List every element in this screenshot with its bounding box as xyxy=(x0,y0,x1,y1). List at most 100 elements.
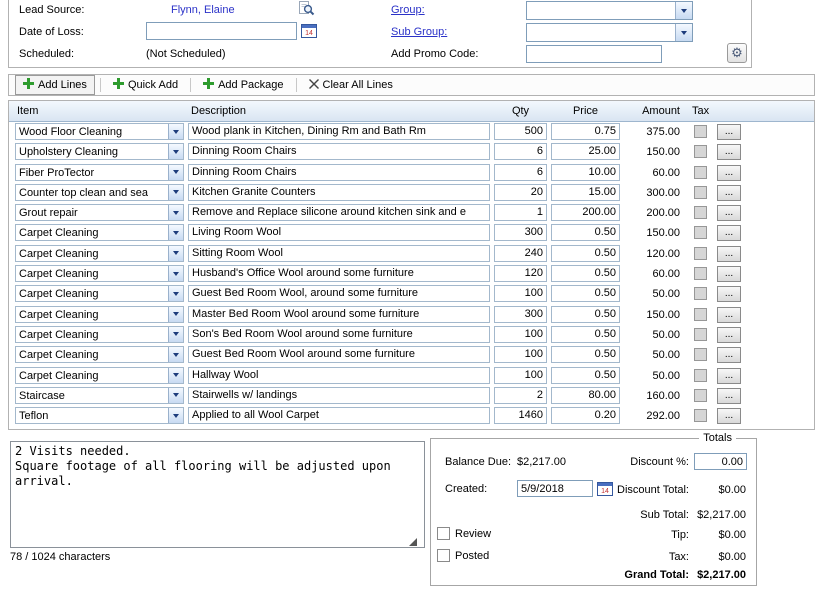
row-options-button[interactable]: ... xyxy=(717,185,741,201)
row-options-button[interactable]: ... xyxy=(717,246,741,262)
chevron-down-icon[interactable] xyxy=(168,307,183,322)
price-field[interactable]: 0.50 xyxy=(551,285,620,302)
calendar-icon[interactable]: 14 xyxy=(597,481,613,499)
search-icon[interactable] xyxy=(298,0,315,20)
qty-field[interactable]: 120 xyxy=(494,265,547,282)
qty-field[interactable]: 100 xyxy=(494,285,547,302)
tax-checkbox[interactable] xyxy=(694,226,707,239)
chevron-down-icon[interactable] xyxy=(168,144,183,159)
date-of-loss-input[interactable] xyxy=(146,22,297,40)
review-checkbox[interactable] xyxy=(437,527,450,540)
posted-checkbox[interactable] xyxy=(437,549,450,562)
row-options-button[interactable]: ... xyxy=(717,205,741,221)
price-field[interactable]: 0.50 xyxy=(551,224,620,241)
chevron-down-icon[interactable] xyxy=(168,347,183,362)
created-date-input[interactable] xyxy=(517,480,593,497)
row-options-button[interactable]: ... xyxy=(717,347,741,363)
chevron-down-icon[interactable] xyxy=(168,368,183,383)
qty-field[interactable]: 100 xyxy=(494,326,547,343)
chevron-down-icon[interactable] xyxy=(168,165,183,180)
description-field[interactable]: Remove and Replace silicone around kitch… xyxy=(188,204,490,221)
item-select[interactable]: Counter top clean and sea xyxy=(15,184,184,201)
group-select[interactable] xyxy=(526,1,693,20)
chevron-down-icon[interactable] xyxy=(168,185,183,200)
item-select[interactable]: Carpet Cleaning xyxy=(15,285,184,302)
description-field[interactable]: Dinning Room Chairs xyxy=(188,164,490,181)
sub-group-link[interactable]: Sub Group: xyxy=(391,26,447,38)
tax-checkbox[interactable] xyxy=(694,389,707,402)
description-field[interactable]: Master Bed Room Wool around some furnitu… xyxy=(188,306,490,323)
item-select[interactable]: Carpet Cleaning xyxy=(15,346,184,363)
price-field[interactable]: 80.00 xyxy=(551,387,620,404)
notes-input[interactable]: 2 Visits needed. Square footage of all f… xyxy=(10,441,425,548)
notes-resize-grip[interactable] xyxy=(409,538,417,546)
price-field[interactable]: 0.50 xyxy=(551,265,620,282)
item-select[interactable]: Wood Floor Cleaning xyxy=(15,123,184,140)
tax-checkbox[interactable] xyxy=(694,125,707,138)
discount-pct-input[interactable] xyxy=(694,453,747,470)
qty-field[interactable]: 100 xyxy=(494,367,547,384)
chevron-down-icon[interactable] xyxy=(168,246,183,261)
tax-checkbox[interactable] xyxy=(694,348,707,361)
tax-checkbox[interactable] xyxy=(694,206,707,219)
tax-checkbox[interactable] xyxy=(694,287,707,300)
qty-field[interactable]: 2 xyxy=(494,387,547,404)
row-options-button[interactable]: ... xyxy=(717,327,741,343)
item-select[interactable]: Staircase xyxy=(15,387,184,404)
quick-add-button[interactable]: Quick Add xyxy=(106,76,185,94)
chevron-down-icon[interactable] xyxy=(168,286,183,301)
group-link[interactable]: Group: xyxy=(391,4,425,16)
price-field[interactable]: 0.50 xyxy=(551,326,620,343)
row-options-button[interactable]: ... xyxy=(717,144,741,160)
chevron-down-icon[interactable] xyxy=(675,2,692,19)
description-field[interactable]: Guest Bed Room Wool around some furnitur… xyxy=(188,346,490,363)
item-select[interactable]: Carpet Cleaning xyxy=(15,224,184,241)
qty-field[interactable]: 1460 xyxy=(494,407,547,424)
tax-checkbox[interactable] xyxy=(694,328,707,341)
tax-checkbox[interactable] xyxy=(694,247,707,260)
item-select[interactable]: Carpet Cleaning xyxy=(15,265,184,282)
price-field[interactable]: 0.75 xyxy=(551,123,620,140)
row-options-button[interactable]: ... xyxy=(717,165,741,181)
row-options-button[interactable]: ... xyxy=(717,286,741,302)
row-options-button[interactable]: ... xyxy=(717,124,741,140)
row-options-button[interactable]: ... xyxy=(717,368,741,384)
qty-field[interactable]: 300 xyxy=(494,306,547,323)
row-options-button[interactable]: ... xyxy=(717,408,741,424)
row-options-button[interactable]: ... xyxy=(717,388,741,404)
qty-field[interactable]: 500 xyxy=(494,123,547,140)
chevron-down-icon[interactable] xyxy=(168,205,183,220)
sub-group-select[interactable] xyxy=(526,23,693,42)
row-options-button[interactable]: ... xyxy=(717,266,741,282)
item-select[interactable]: Carpet Cleaning xyxy=(15,306,184,323)
qty-field[interactable]: 300 xyxy=(494,224,547,241)
item-select[interactable]: Upholstery Cleaning xyxy=(15,143,184,160)
item-select[interactable]: Carpet Cleaning xyxy=(15,326,184,343)
price-field[interactable]: 25.00 xyxy=(551,143,620,160)
description-field[interactable]: Kitchen Granite Counters xyxy=(188,184,490,201)
description-field[interactable]: Wood plank in Kitchen, Dining Rm and Bat… xyxy=(188,123,490,140)
chevron-down-icon[interactable] xyxy=(168,408,183,423)
item-select[interactable]: Fiber ProTector xyxy=(15,164,184,181)
price-field[interactable]: 0.50 xyxy=(551,367,620,384)
calendar-icon[interactable]: 14 xyxy=(301,23,317,41)
item-select[interactable]: Teflon xyxy=(15,407,184,424)
tax-checkbox[interactable] xyxy=(694,369,707,382)
tax-checkbox[interactable] xyxy=(694,308,707,321)
description-field[interactable]: Hallway Wool xyxy=(188,367,490,384)
chevron-down-icon[interactable] xyxy=(168,266,183,281)
lead-source-value[interactable]: Flynn, Elaine xyxy=(171,4,235,16)
description-field[interactable]: Living Room Wool xyxy=(188,224,490,241)
item-select[interactable]: Carpet Cleaning xyxy=(15,367,184,384)
qty-field[interactable]: 6 xyxy=(494,143,547,160)
price-field[interactable]: 0.50 xyxy=(551,306,620,323)
qty-field[interactable]: 100 xyxy=(494,346,547,363)
qty-field[interactable]: 20 xyxy=(494,184,547,201)
description-field[interactable]: Stairwells w/ landings xyxy=(188,387,490,404)
item-select[interactable]: Carpet Cleaning xyxy=(15,245,184,262)
chevron-down-icon[interactable] xyxy=(168,388,183,403)
tax-checkbox[interactable] xyxy=(694,409,707,422)
tax-checkbox[interactable] xyxy=(694,145,707,158)
price-field[interactable]: 15.00 xyxy=(551,184,620,201)
price-field[interactable]: 0.20 xyxy=(551,407,620,424)
